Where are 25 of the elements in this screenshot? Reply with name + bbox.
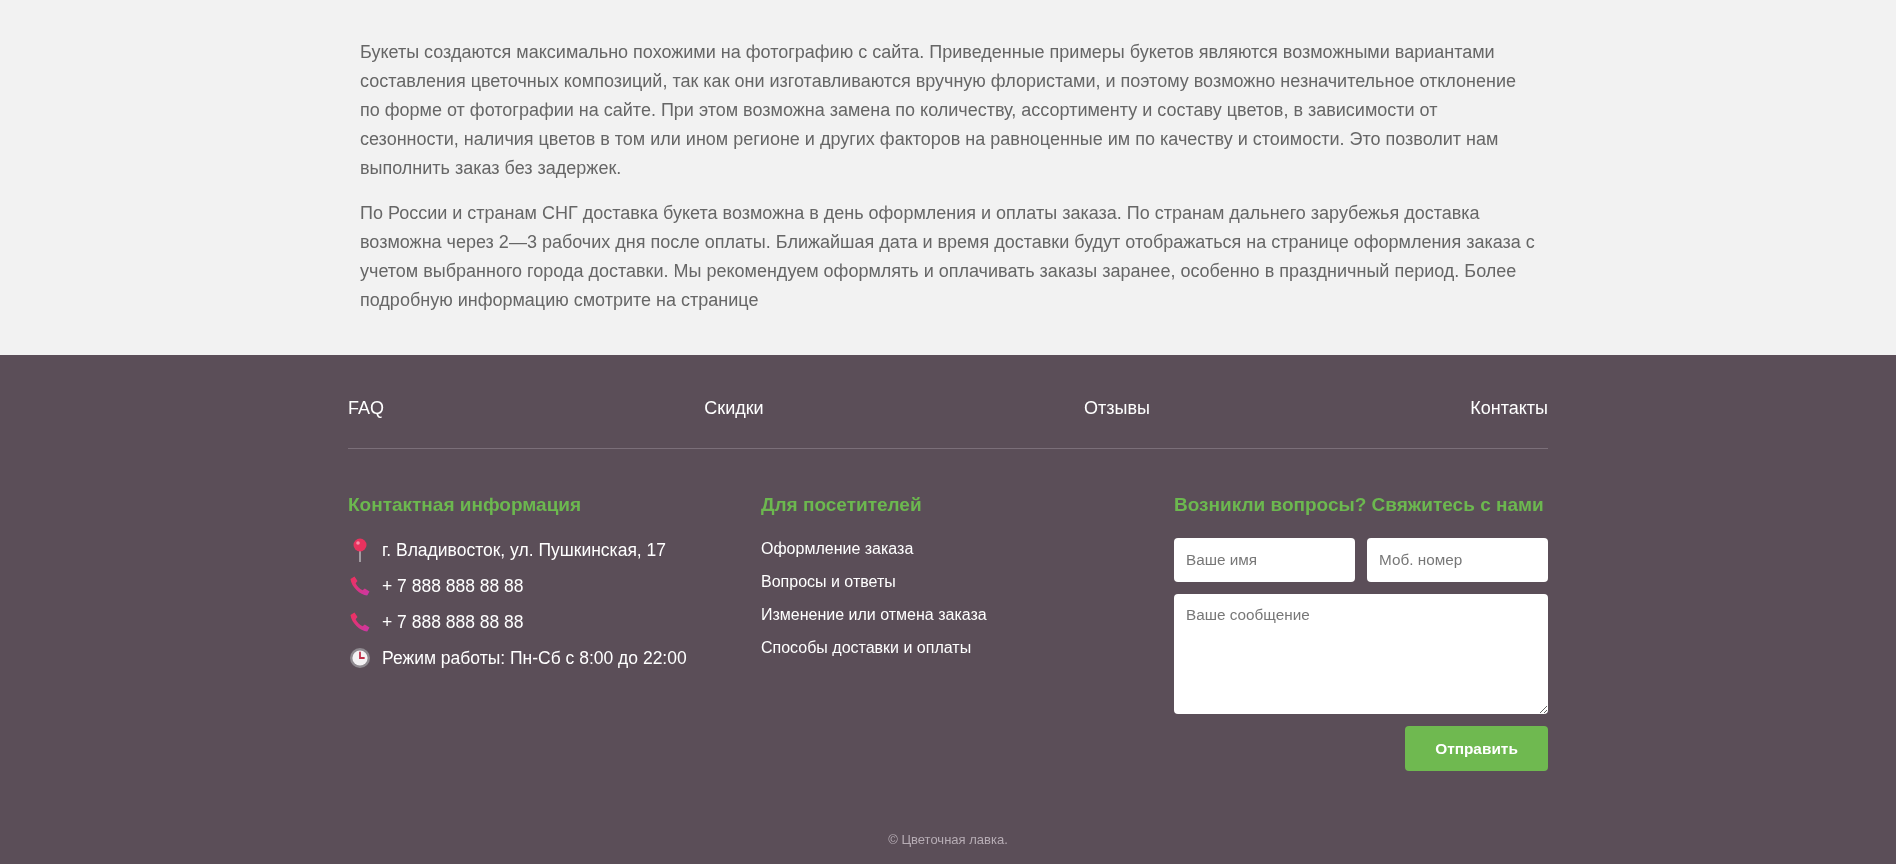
info-paragraph: Букеты создаются максимально похожими на фотографию с сайта. Приведенные примеры букетов являются возможными вариантами составления цветочных композиций, так как они изготавливаются вручную флористами, и поэтому возможно незначительное отклонение по форме от фотографии на сайте. При этом возможна замена по количеству, ассортименту и составу цветов, в зависимости от сезонности, наличия цветов в том или ином регионе и других факторов на равноценные им по качеству и стоимости. Это позволит нам выполнить заказ без задержек.: [360, 41, 1518, 180]
visitor-link[interactable]: Вопросы и ответы: [761, 565, 1135, 598]
footer-nav-link[interactable]: Контакты: [1470, 396, 1548, 420]
footer-nav-link[interactable]: FAQ: [348, 396, 384, 420]
contact-text: + 7 888 888 88 88: [382, 574, 524, 598]
message-field[interactable]: Ваше сообщение: [1174, 594, 1548, 714]
visitor-link[interactable]: Оформление заказа: [761, 532, 1135, 565]
footer-nav-link[interactable]: Скидки: [704, 396, 764, 420]
section-heading: Для посетителей: [761, 493, 923, 517]
visitor-link[interactable]: Изменение или отмена заказа: [761, 598, 1135, 631]
pin-icon: [353, 538, 367, 562]
contact-text: + 7 888 888 88 88: [382, 610, 524, 634]
section-heading: Возникли вопросы? Свяжитесь с нами: [1174, 493, 1545, 517]
input-field[interactable]: Моб. номер: [1367, 538, 1548, 582]
phone-icon: [350, 612, 370, 632]
clock-icon: [350, 648, 370, 668]
visitor-link[interactable]: Способы доставки и оплаты: [761, 631, 1135, 664]
input-field[interactable]: Ваше имя: [1174, 538, 1355, 582]
section-heading: Контактная информация: [348, 493, 583, 517]
phone-icon: [350, 576, 370, 596]
info-paragraph: По России и странам СНГ доставка букета возможна в день оформления и оплаты заказа. По странам дальнего зарубежья доставка возможна через 2—3 рабочих дня после оплаты. Ближайшая дата и время доставки будут отображаться на странице оформления заказа с учетом выбранного города доставки. Мы рекомендуем оформлять и оплачивать заказы заранее, особенно в праздничный период. Более подробную информацию смотрите на странице: [360, 202, 1536, 312]
contact-text: г. Владивосток, ул. Пушкинская, 17: [382, 538, 667, 562]
footer-nav-link[interactable]: Отзывы: [1084, 396, 1150, 420]
contact-text: Режим работы: Пн-Сб с 8:00 до 22:00: [382, 646, 687, 670]
copyright-text: © Цветочная лавка.: [887, 831, 1009, 849]
